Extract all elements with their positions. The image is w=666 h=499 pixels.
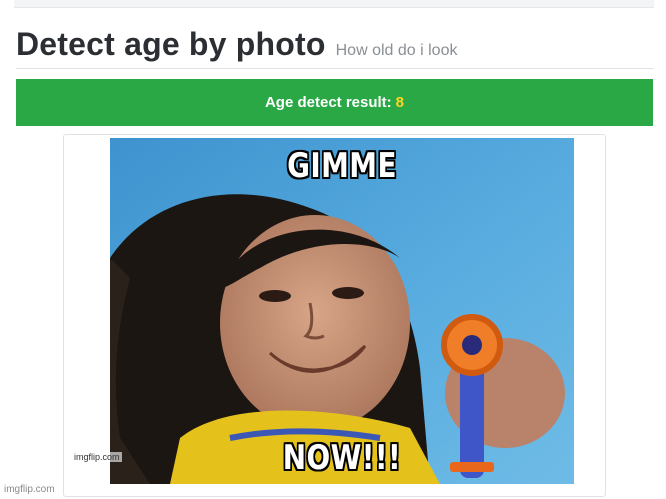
- top-nav-strip: [14, 0, 654, 8]
- uploaded-photo: GIMME NOW!!!: [110, 138, 574, 484]
- meme-bottom-text: NOW!!!: [282, 438, 402, 478]
- page-title: Detect age by photo: [16, 26, 326, 62]
- photo-illustration: [110, 138, 574, 484]
- age-result-banner: Age detect result: 8: [16, 79, 653, 126]
- page-watermark: imgflip.com: [4, 484, 55, 495]
- meme-top-text: GIMME: [287, 146, 397, 186]
- page-subtitle: How old do i look: [335, 42, 458, 59]
- photo-watermark: imgflip.com: [72, 452, 122, 462]
- page-header: Detect age by photo How old do i look: [16, 22, 654, 69]
- page: Detect age by photo How old do i look Ag…: [0, 0, 666, 499]
- result-value: 8: [395, 94, 405, 111]
- result-label: Age detect result:: [264, 94, 392, 111]
